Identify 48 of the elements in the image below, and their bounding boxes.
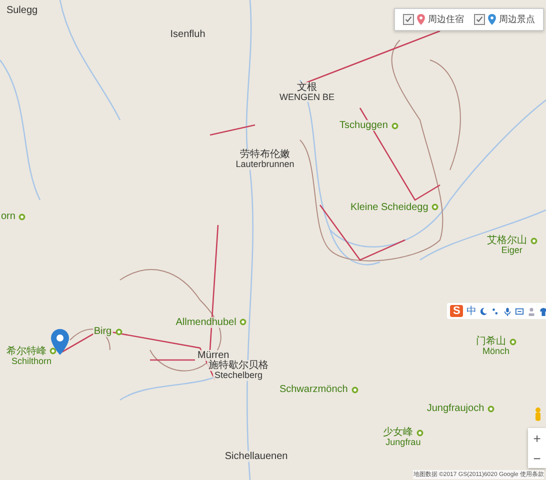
place-label: Mönch [482, 347, 511, 357]
place-label: 希尔特峰 [5, 346, 48, 357]
landmark-icon [431, 203, 440, 212]
place-label: Jungfrau [384, 438, 422, 448]
landmark-icon [487, 404, 496, 413]
place-label: Sichellauenen [224, 451, 289, 462]
place-label: Tschuggen [338, 120, 389, 131]
place-label: Schilthorn [10, 356, 52, 366]
punctuation-icon[interactable] [491, 306, 500, 316]
place-label: 劳特布伦嫩 [239, 148, 292, 160]
shirt-icon[interactable] [539, 306, 546, 316]
zoom-in-button[interactable]: + [528, 428, 546, 448]
place-label: 艾格尔山 [486, 235, 528, 246]
place-label: Birg [92, 326, 113, 338]
place-label: Jungfraujoch [426, 403, 486, 414]
place-label: WENGEN BE [278, 92, 336, 102]
ime-mode-toggle[interactable]: 中 [466, 304, 476, 318]
place-label: Isenfluh [169, 28, 206, 40]
landmark-icon [239, 318, 248, 326]
landmark-icon [416, 428, 424, 437]
landmark-icon [509, 338, 518, 346]
moon-icon[interactable] [479, 306, 488, 316]
checkbox[interactable] [474, 14, 485, 25]
checkbox[interactable] [403, 14, 414, 25]
landmark-icon [18, 212, 26, 221]
landmark-icon [530, 236, 538, 245]
landmark-icon [49, 347, 58, 356]
place-label: orn [0, 211, 16, 222]
pin-icon [417, 14, 425, 25]
place-label: Eiger [500, 246, 524, 256]
location-pin-icon[interactable] [50, 328, 70, 356]
place-label: Stechelberg [213, 371, 264, 381]
place-label: 门希山 [475, 336, 508, 347]
filter-label[interactable]: 周边景点 [499, 13, 535, 26]
pin-icon [488, 14, 496, 25]
filter-label[interactable]: 周边住宿 [428, 13, 464, 26]
place-label: Sulegg [5, 4, 39, 16]
landmark-icon [114, 328, 123, 336]
place-label: Kleine Scheidegg [349, 202, 430, 213]
zoom-out-button[interactable]: − [528, 448, 546, 468]
landmark-icon [390, 122, 399, 130]
keyboard-icon[interactable] [515, 306, 524, 316]
place-label: Schwarzmönch [278, 384, 349, 395]
place-label: 施特歇尔贝格 [207, 360, 270, 371]
landmark-icon [350, 386, 359, 394]
microphone-icon[interactable] [503, 306, 512, 316]
place-label: Mürren [196, 350, 230, 362]
place-label: 少女峰 [382, 427, 414, 438]
